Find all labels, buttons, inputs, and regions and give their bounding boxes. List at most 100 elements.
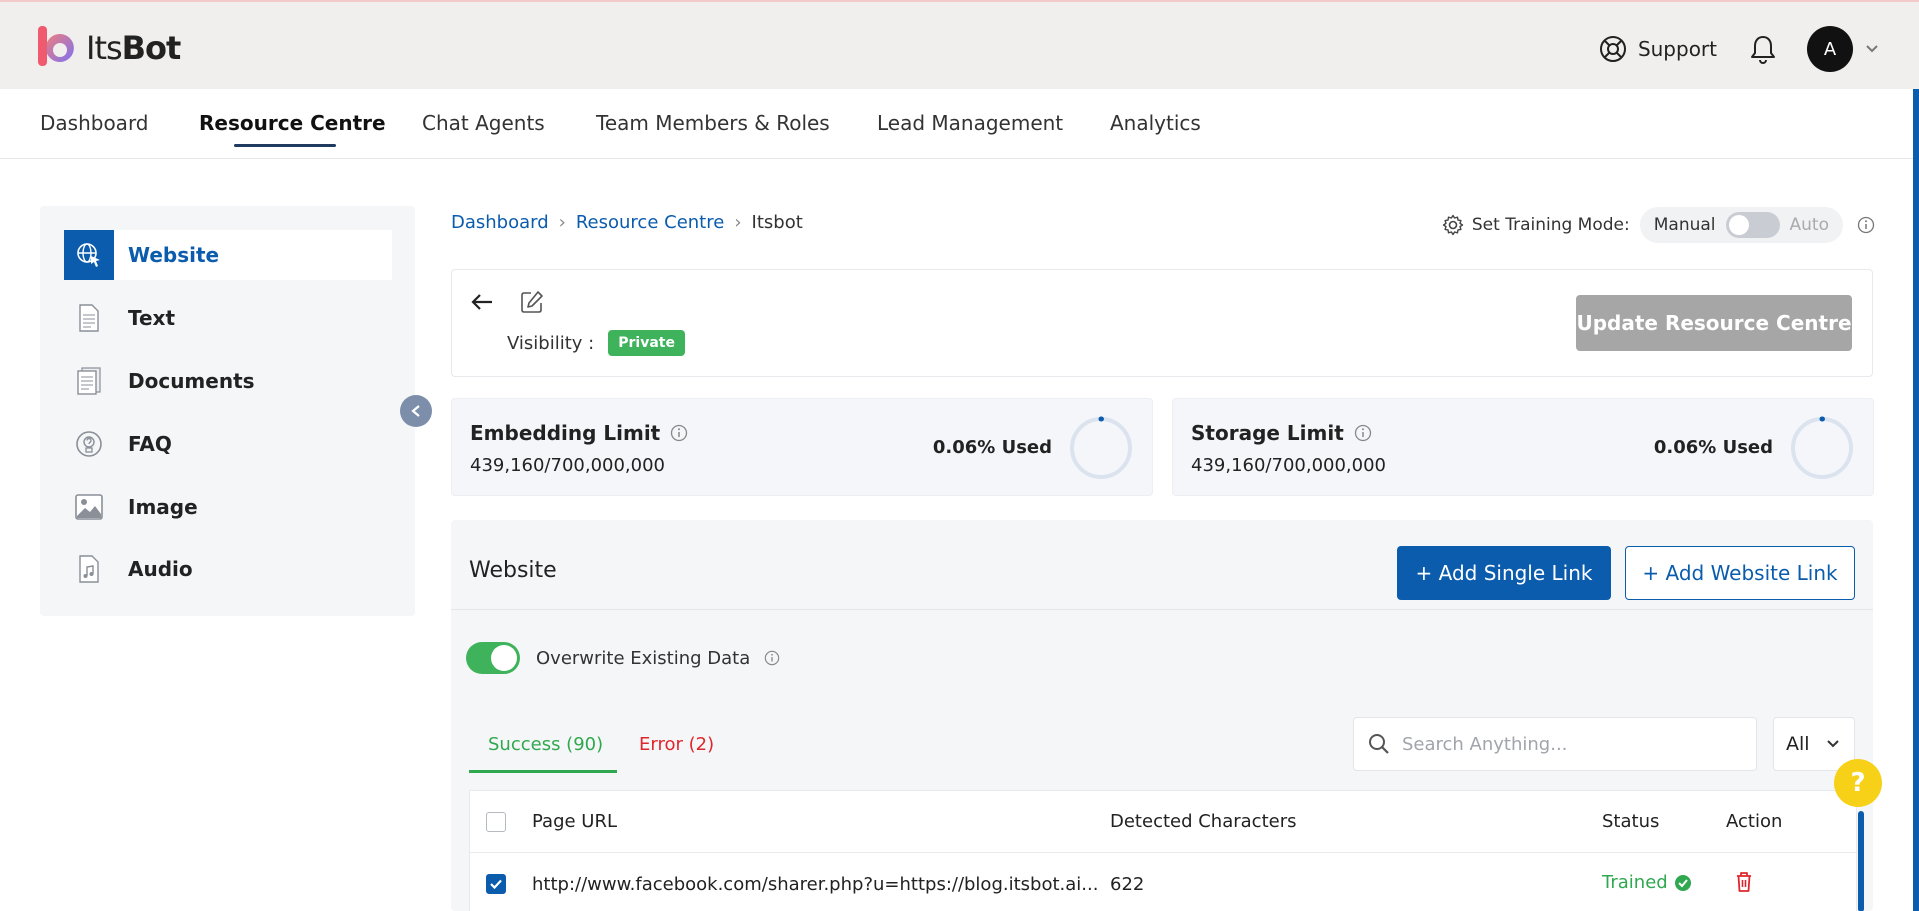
trash-icon[interactable]	[1735, 871, 1753, 893]
sidebar-item-website[interactable]: Website	[64, 230, 392, 280]
visibility-row: Visibility : Private	[507, 330, 685, 356]
user-avatar[interactable]: A	[1807, 26, 1853, 72]
training-mode-label: Set Training Mode:	[1471, 215, 1630, 235]
embedding-limit-value: 439,160/700,000,000	[470, 455, 666, 476]
nav-chat-agents[interactable]: Chat Agents	[422, 111, 545, 135]
table-row: http://www.facebook.com/sharer.php?u=htt…	[470, 853, 1858, 911]
result-tabs: Success (90) Error (2)	[469, 720, 849, 774]
sidebar-item-label: Text	[128, 306, 176, 330]
tab-success[interactable]: Success (90)	[488, 734, 603, 755]
top-bar: ItsBot Support A	[0, 0, 1919, 89]
sidebar-item-documents[interactable]: Documents	[64, 356, 392, 406]
chevron-down-icon[interactable]	[1865, 44, 1879, 54]
training-mode-switch[interactable]	[1725, 212, 1780, 238]
embedding-usage-ring	[1069, 416, 1133, 480]
sidebar-item-faq[interactable]: FAQ	[64, 419, 392, 469]
embedding-used-text: 0.06% Used	[932, 437, 1052, 458]
sidebar-item-text[interactable]: Text	[64, 293, 392, 343]
sidebar-collapse-button[interactable]	[400, 395, 432, 427]
breadcrumb: Dashboard › Resource Centre › Itsbot	[451, 212, 803, 233]
storage-used-text: 0.06% Used	[1653, 437, 1773, 458]
breadcrumb-current: Itsbot	[751, 212, 803, 233]
row-page-url[interactable]: http://www.facebook.com/sharer.php?u=htt…	[532, 874, 1098, 895]
breadcrumb-dashboard[interactable]: Dashboard	[451, 212, 549, 233]
info-icon[interactable]	[670, 424, 688, 442]
search-icon	[1369, 734, 1389, 754]
question-icon: ?	[1850, 768, 1866, 798]
info-icon[interactable]	[1857, 216, 1875, 234]
active-tab-indicator	[469, 770, 617, 773]
visibility-label: Visibility :	[507, 332, 595, 354]
sidebar-item-image[interactable]: Image	[64, 482, 392, 532]
breadcrumb-separator-icon: ›	[734, 212, 742, 233]
nav-analytics[interactable]: Analytics	[1110, 111, 1201, 135]
update-resource-centre-button[interactable]: Update Resource Centre	[1576, 295, 1852, 351]
add-single-link-button[interactable]: + Add Single Link	[1397, 546, 1611, 600]
table-scrollbar[interactable]	[1858, 811, 1864, 911]
page-scrollbar[interactable]	[1913, 89, 1919, 911]
overwrite-switch[interactable]	[466, 642, 520, 674]
back-arrow-icon[interactable]	[470, 292, 494, 312]
info-icon[interactable]	[764, 650, 780, 666]
row-status: Trained	[1602, 872, 1692, 893]
sidebar-item-label: Image	[128, 495, 198, 519]
sidebar-item-label: Website	[128, 243, 220, 267]
resource-header-card: Visibility : Private Update Resource Cen…	[451, 269, 1873, 377]
storage-limit-card: Storage Limit 439,160/700,000,000 0.06% …	[1172, 398, 1874, 496]
table-header: Page URL Detected Characters Status Acti…	[470, 791, 1858, 853]
add-website-link-button[interactable]: + Add Website Link	[1625, 546, 1855, 600]
faq-icon	[64, 419, 114, 469]
audio-file-icon	[64, 544, 114, 594]
chevron-left-icon	[411, 405, 420, 417]
filter-value: All	[1786, 733, 1810, 755]
gear-icon	[1442, 214, 1464, 236]
notification-bell-icon[interactable]	[1749, 34, 1777, 64]
breadcrumb-separator-icon: ›	[558, 212, 566, 233]
nav-lead-management[interactable]: Lead Management	[877, 111, 1063, 135]
nav-dashboard[interactable]: Dashboard	[40, 111, 149, 135]
nav-resource-centre[interactable]: Resource Centre	[199, 111, 386, 135]
search-input[interactable]	[1402, 733, 1732, 755]
column-status: Status	[1602, 811, 1660, 832]
website-panel-header: Website + Add Single Link + Add Website …	[451, 520, 1873, 610]
row-checkbox[interactable]	[486, 874, 506, 894]
support-link[interactable]: Support	[1598, 34, 1717, 64]
globe-cursor-icon	[64, 230, 114, 280]
storage-limit-value: 439,160/700,000,000	[1191, 455, 1387, 476]
edit-icon[interactable]	[520, 290, 544, 314]
training-mode-control: Set Training Mode: Manual Auto	[1442, 207, 1875, 243]
column-detected-characters: Detected Characters	[1110, 811, 1297, 832]
column-action: Action	[1726, 811, 1783, 832]
embedding-limit-card: Embedding Limit 439,160/700,000,000 0.06…	[451, 398, 1153, 496]
search-box	[1353, 717, 1757, 771]
website-panel: Website + Add Single Link + Add Website …	[451, 520, 1873, 911]
logo-text: ItsBot	[86, 29, 181, 67]
checkmark-icon	[490, 879, 502, 890]
info-icon[interactable]	[1354, 424, 1372, 442]
plus-icon: +	[1642, 561, 1666, 585]
storage-usage-ring	[1790, 416, 1854, 480]
breadcrumb-resource-centre[interactable]: Resource Centre	[576, 212, 724, 233]
resource-sidebar: Website Text Documents FAQ Image Audio	[40, 206, 415, 616]
select-all-checkbox[interactable]	[486, 812, 506, 832]
pages-table: Page URL Detected Characters Status Acti…	[469, 790, 1864, 911]
storage-limit-title: Storage Limit	[1191, 421, 1372, 445]
check-circle-icon	[1674, 874, 1691, 891]
embedding-limit-title: Embedding Limit	[470, 421, 688, 445]
plus-icon: +	[1415, 561, 1439, 585]
training-mode-toggle-group: Manual Auto	[1639, 207, 1843, 243]
nav-team-members-roles[interactable]: Team Members & Roles	[596, 111, 830, 135]
auto-label: Auto	[1789, 215, 1829, 235]
tab-error[interactable]: Error (2)	[639, 734, 714, 755]
itsbot-logo[interactable]: ItsBot	[38, 22, 181, 74]
sidebar-item-audio[interactable]: Audio	[64, 544, 392, 594]
sidebar-item-label: FAQ	[128, 432, 172, 456]
main-nav: Dashboard Resource Centre Chat Agents Te…	[0, 89, 1919, 159]
text-document-icon	[64, 293, 114, 343]
visibility-badge: Private	[608, 330, 685, 356]
sidebar-item-label: Audio	[128, 557, 193, 581]
row-detected-characters: 622	[1110, 874, 1145, 895]
overwrite-row: Overwrite Existing Data	[466, 642, 780, 674]
help-button[interactable]: ?	[1834, 759, 1882, 807]
manual-label: Manual	[1653, 215, 1716, 235]
